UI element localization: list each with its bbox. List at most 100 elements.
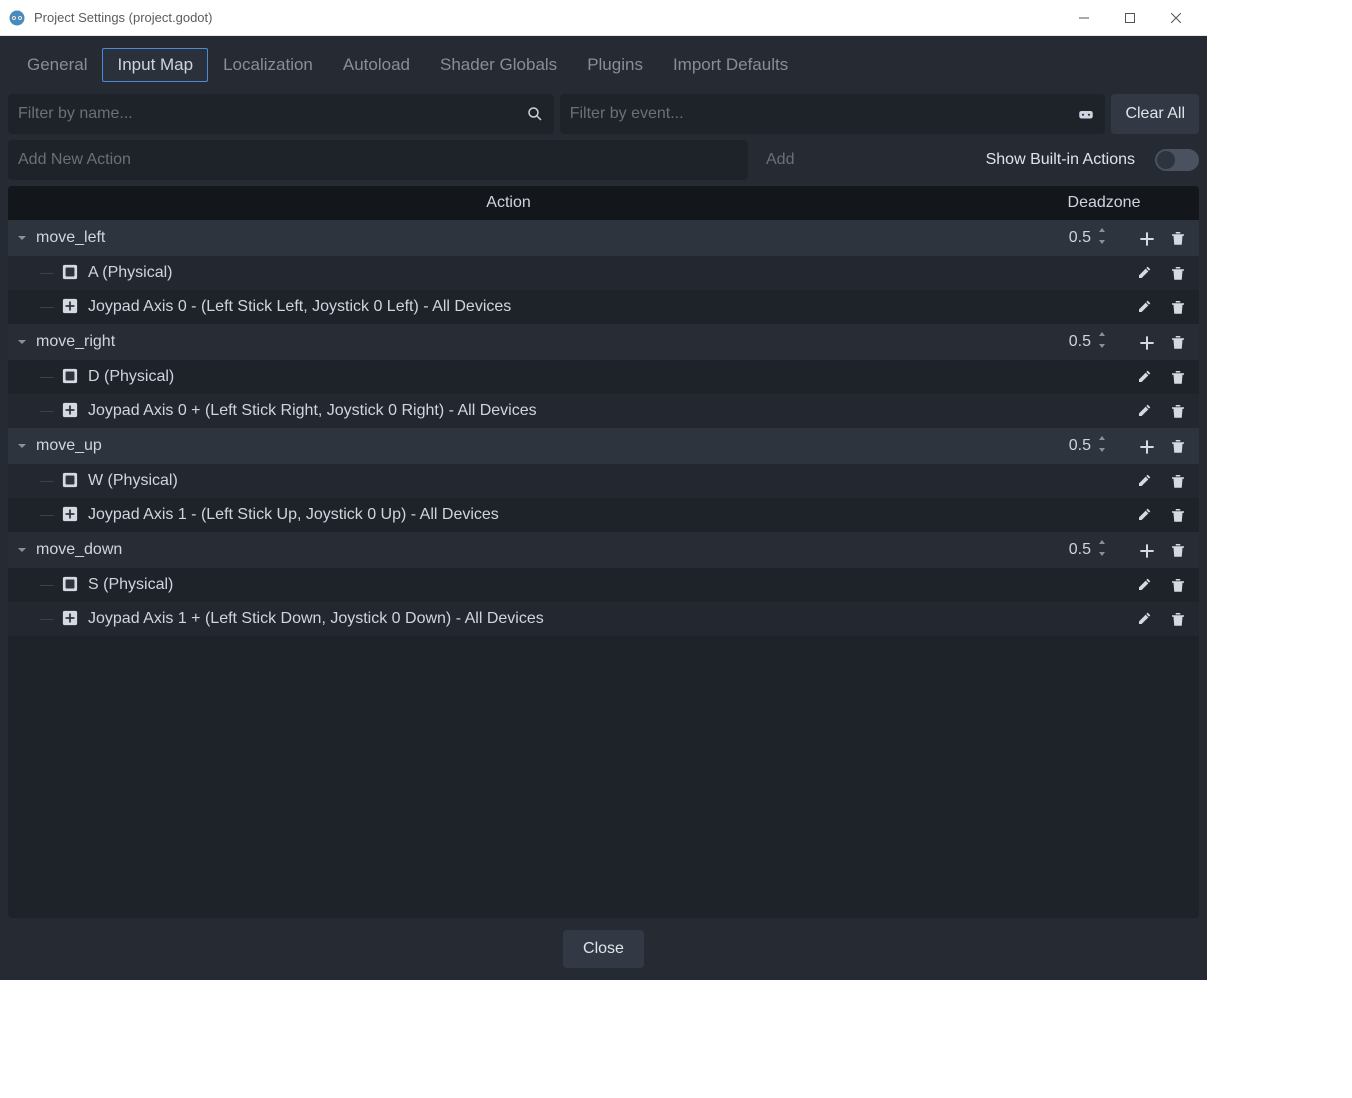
search-icon (526, 105, 544, 123)
tab-autoload[interactable]: Autoload (328, 48, 425, 82)
tab-import-defaults[interactable]: Import Defaults (658, 48, 803, 82)
action-name: move_up (36, 437, 1007, 455)
event-label: S (Physical) (88, 576, 1007, 594)
event-label: Joypad Axis 1 - (Left Stick Up, Joystick… (88, 506, 1007, 524)
action-row[interactable]: move_down0.5 (8, 532, 1199, 568)
filter-row: Clear All (8, 94, 1199, 134)
add-event-icon[interactable] (1137, 229, 1155, 247)
deadzone-spinner[interactable] (1097, 540, 1111, 561)
joypad-axis-icon (62, 610, 80, 628)
edit-icon[interactable] (1137, 368, 1155, 386)
event-row[interactable]: Joypad Axis 0 - (Left Stick Left, Joysti… (8, 290, 1199, 324)
action-name: move_right (36, 333, 1007, 351)
col-deadzone: Deadzone (1009, 194, 1199, 212)
table-body: move_left0.5A (Physical)Joypad Axis 0 - … (8, 220, 1199, 918)
event-row[interactable]: A (Physical) (8, 256, 1199, 290)
keyboard-icon (62, 576, 80, 594)
event-row[interactable]: D (Physical) (8, 360, 1199, 394)
maximize-button[interactable] (1107, 3, 1153, 33)
edit-icon[interactable] (1137, 576, 1155, 594)
joypad-axis-icon (62, 506, 80, 524)
tab-input-map[interactable]: Input Map (102, 48, 208, 82)
delete-icon[interactable] (1169, 402, 1187, 420)
deadzone-spinner[interactable] (1097, 228, 1111, 249)
edit-icon[interactable] (1137, 402, 1155, 420)
add-event-icon[interactable] (1137, 541, 1155, 559)
godot-icon (8, 9, 26, 27)
joypad-axis-icon (62, 298, 80, 316)
minimize-button[interactable] (1061, 3, 1107, 33)
delete-icon[interactable] (1169, 472, 1187, 490)
delete-icon[interactable] (1169, 437, 1187, 455)
event-label: Joypad Axis 1 + (Left Stick Down, Joysti… (88, 610, 1007, 628)
deadzone-value[interactable]: 0.5 (1007, 436, 1117, 457)
event-label: W (Physical) (88, 472, 1007, 490)
keyboard-icon (62, 264, 80, 282)
show-builtin-label: Show Built-in Actions (986, 151, 1135, 169)
delete-icon[interactable] (1169, 298, 1187, 316)
close-button[interactable]: Close (563, 930, 644, 968)
edit-icon[interactable] (1137, 264, 1155, 282)
clear-all-button[interactable]: Clear All (1111, 94, 1199, 134)
event-row[interactable]: W (Physical) (8, 464, 1199, 498)
joypad-axis-icon (62, 402, 80, 420)
event-label: Joypad Axis 0 + (Left Stick Right, Joyst… (88, 402, 1007, 420)
tab-localization[interactable]: Localization (208, 48, 328, 82)
tab-plugins[interactable]: Plugins (572, 48, 658, 82)
delete-icon[interactable] (1169, 333, 1187, 351)
delete-icon[interactable] (1169, 229, 1187, 247)
filter-name-input[interactable] (18, 105, 526, 123)
action-row[interactable]: move_left0.5 (8, 220, 1199, 256)
edit-icon[interactable] (1137, 298, 1155, 316)
add-action-row: Add Show Built-in Actions (8, 140, 1199, 180)
close-window-button[interactable] (1153, 3, 1199, 33)
add-button[interactable]: Add (758, 151, 802, 169)
edit-icon[interactable] (1137, 472, 1155, 490)
delete-icon[interactable] (1169, 368, 1187, 386)
delete-icon[interactable] (1169, 506, 1187, 524)
window-title: Project Settings (project.godot) (34, 10, 1061, 25)
add-event-icon[interactable] (1137, 437, 1155, 455)
deadzone-spinner[interactable] (1097, 436, 1111, 457)
delete-icon[interactable] (1169, 610, 1187, 628)
titlebar: Project Settings (project.godot) (0, 0, 1207, 36)
delete-icon[interactable] (1169, 264, 1187, 282)
filter-event-input[interactable] (570, 105, 1078, 123)
deadzone-value[interactable]: 0.5 (1007, 332, 1117, 353)
edit-icon[interactable] (1137, 506, 1155, 524)
chevron-down-icon[interactable] (8, 336, 36, 348)
actions-table: Action Deadzone move_left0.5A (Physical)… (8, 186, 1199, 918)
footer: Close (8, 918, 1199, 972)
tab-shader-globals[interactable]: Shader Globals (425, 48, 572, 82)
chevron-down-icon[interactable] (8, 440, 36, 452)
action-row[interactable]: move_up0.5 (8, 428, 1199, 464)
event-row[interactable]: Joypad Axis 1 - (Left Stick Up, Joystick… (8, 498, 1199, 532)
window-controls (1061, 3, 1199, 33)
filter-by-event[interactable] (560, 94, 1106, 134)
delete-icon[interactable] (1169, 541, 1187, 559)
action-row[interactable]: move_right0.5 (8, 324, 1199, 360)
tabs: GeneralInput MapLocalizationAutoloadShad… (8, 44, 1199, 86)
event-label: Joypad Axis 0 - (Left Stick Left, Joysti… (88, 298, 1007, 316)
delete-icon[interactable] (1169, 576, 1187, 594)
event-label: A (Physical) (88, 264, 1007, 282)
deadzone-value[interactable]: 0.5 (1007, 540, 1117, 561)
chevron-down-icon[interactable] (8, 232, 36, 244)
event-row[interactable]: Joypad Axis 1 + (Left Stick Down, Joysti… (8, 602, 1199, 636)
table-header: Action Deadzone (8, 186, 1199, 220)
filter-by-name[interactable] (8, 94, 554, 134)
action-name: move_left (36, 229, 1007, 247)
show-builtin-toggle[interactable] (1155, 149, 1199, 171)
deadzone-spinner[interactable] (1097, 332, 1111, 353)
action-name: move_down (36, 541, 1007, 559)
tab-general[interactable]: General (12, 48, 102, 82)
add-event-icon[interactable] (1137, 333, 1155, 351)
edit-icon[interactable] (1137, 610, 1155, 628)
keyboard-icon (62, 472, 80, 490)
add-action-input[interactable] (8, 140, 748, 180)
chevron-down-icon[interactable] (8, 544, 36, 556)
col-action: Action (8, 194, 1009, 212)
event-row[interactable]: S (Physical) (8, 568, 1199, 602)
event-row[interactable]: Joypad Axis 0 + (Left Stick Right, Joyst… (8, 394, 1199, 428)
deadzone-value[interactable]: 0.5 (1007, 228, 1117, 249)
